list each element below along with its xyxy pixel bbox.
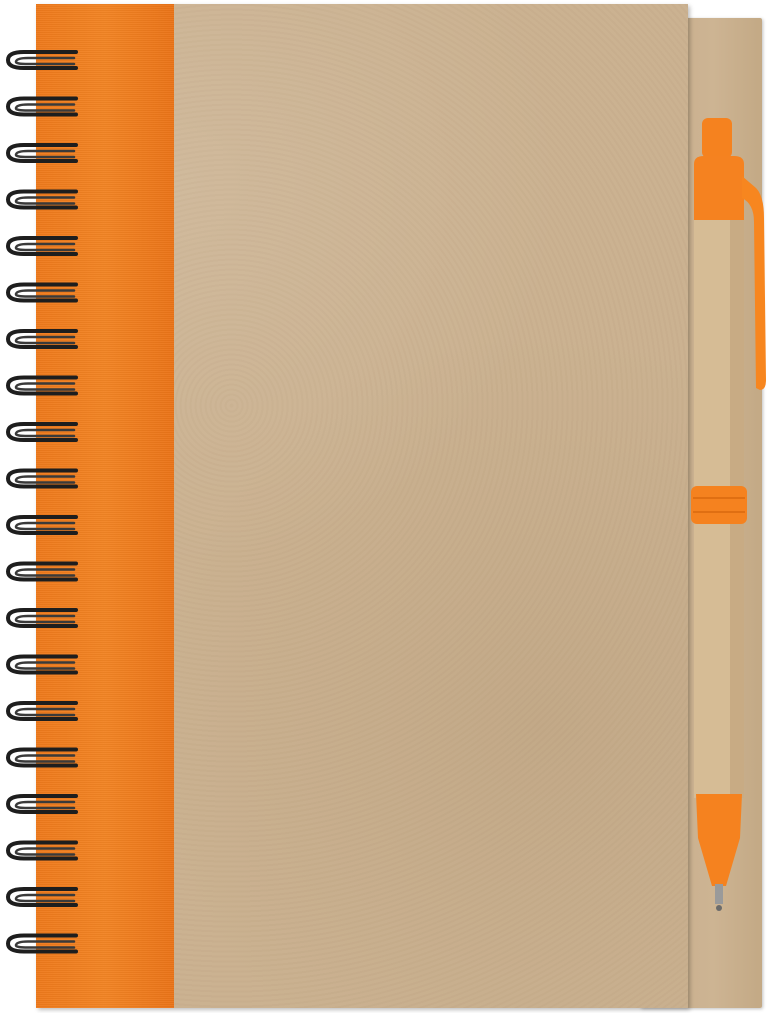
pen-metal-tip xyxy=(715,884,723,904)
spiral-coil-inner xyxy=(14,56,76,66)
pen-cap xyxy=(694,156,744,222)
pen-tip-cone xyxy=(696,794,742,886)
spiral-coil-inner xyxy=(14,940,76,949)
spiral-coil-inner xyxy=(14,614,76,624)
spiral-coil-inner xyxy=(14,289,76,298)
spiral-coil-inner xyxy=(14,661,76,670)
wire-spiral-binding xyxy=(5,50,78,954)
spiral-coil-inner xyxy=(14,382,76,391)
pen-ball xyxy=(716,905,722,911)
spiral-coil-inner xyxy=(14,521,76,531)
spiral-coil-inner xyxy=(14,149,76,159)
spiral-coil-inner xyxy=(14,242,76,252)
pen-clip xyxy=(742,176,766,390)
spiral-coil-inner xyxy=(14,103,76,112)
pen xyxy=(691,118,766,911)
spiral-coil-inner xyxy=(14,707,76,717)
spiral-coil-inner xyxy=(14,475,76,484)
pen-grip-band xyxy=(691,486,747,524)
notebook-scene xyxy=(0,0,770,1013)
spiral-coils xyxy=(5,50,78,954)
pen-clicker xyxy=(702,118,732,158)
spiral-coil-inner xyxy=(14,568,76,577)
spiral-coil-inner xyxy=(14,196,76,205)
spiral-coil-inner xyxy=(14,335,76,345)
spiral-coil-inner xyxy=(14,847,76,856)
spiral-coil-inner xyxy=(14,754,76,763)
spiral-coil-inner xyxy=(14,893,76,903)
spiral-coil-inner xyxy=(14,800,76,810)
spiral-coil-inner xyxy=(14,428,76,438)
